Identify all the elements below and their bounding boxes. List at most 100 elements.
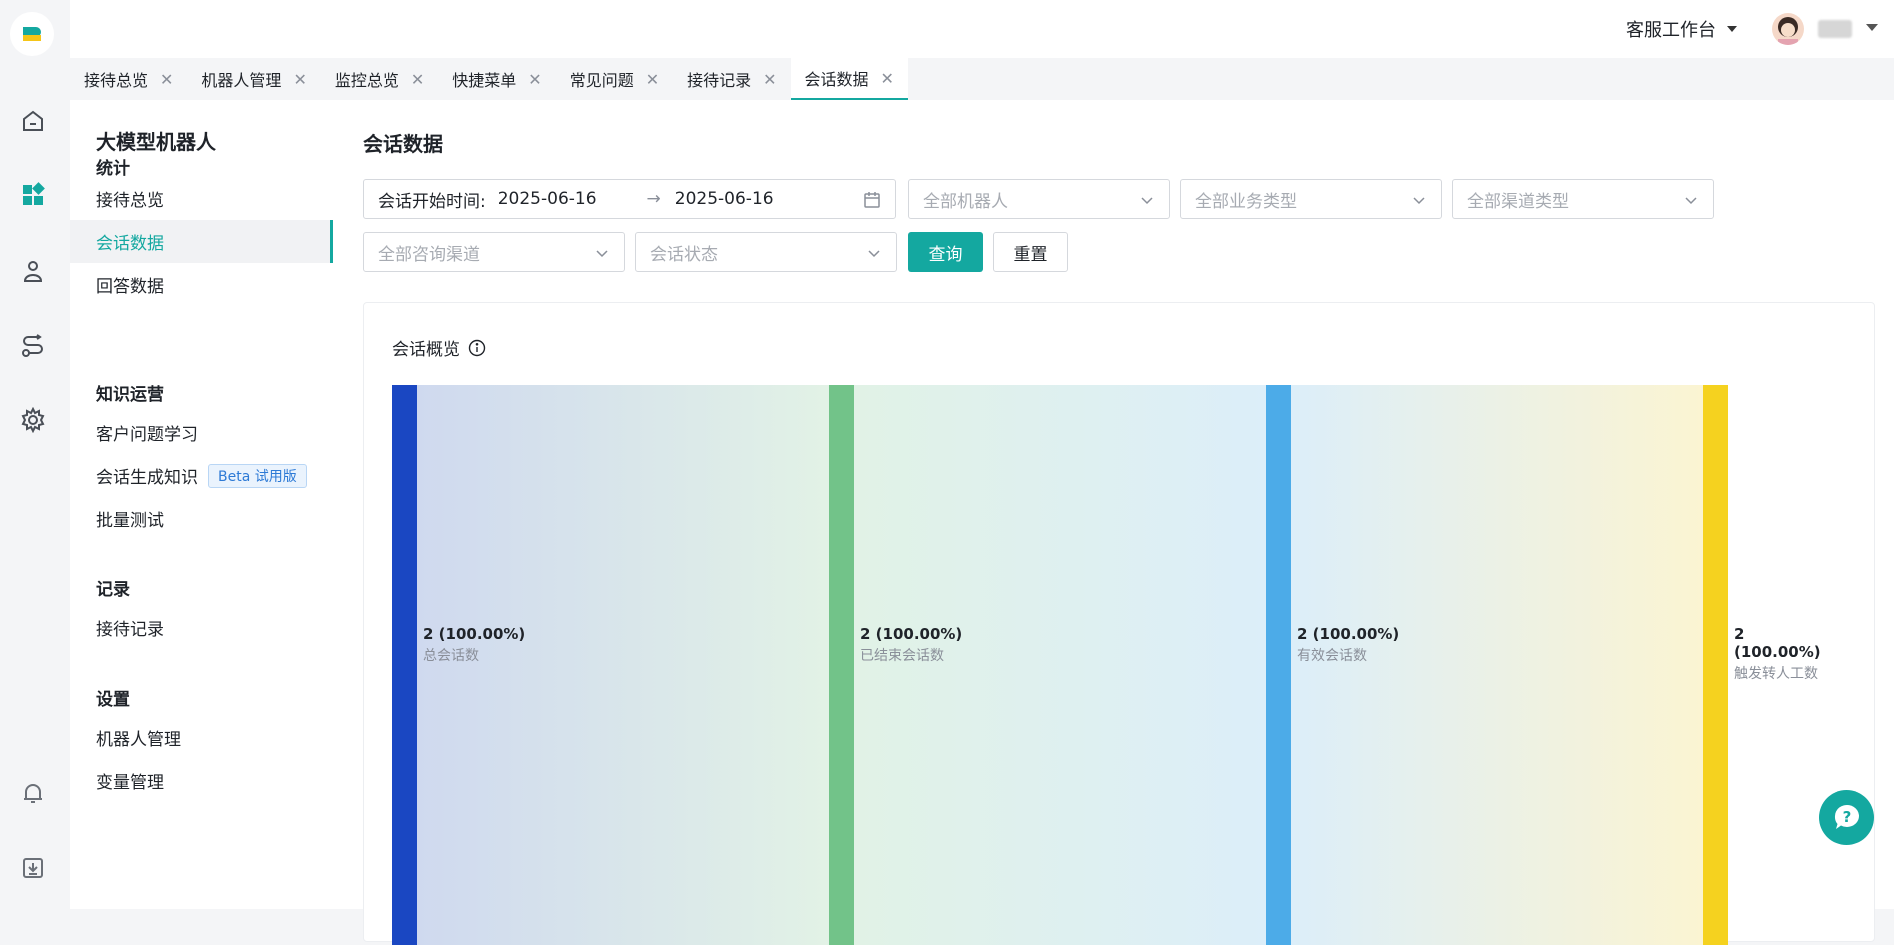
agent-icon[interactable] — [18, 256, 48, 286]
funnel-value: 2 (100.00%) — [860, 625, 963, 643]
help-button[interactable]: ? — [1819, 790, 1874, 845]
user-menu-caret-icon[interactable] — [1866, 24, 1878, 31]
sidebar-item-variable-management[interactable]: 变量管理 — [70, 759, 333, 802]
close-icon[interactable]: ✕ — [646, 70, 659, 89]
sidebar-item-reception-overview[interactable]: 接待总览 — [70, 177, 333, 220]
funnel-name: 总会话数 — [423, 648, 479, 664]
sidebar-item-session-data[interactable]: 会话数据 — [70, 220, 333, 263]
calendar-icon — [864, 192, 880, 208]
home-icon[interactable] — [18, 106, 48, 136]
sidebar-item-label: 批量测试 — [96, 511, 164, 531]
chevron-down-icon — [1413, 197, 1425, 205]
tab-quick-menu[interactable]: 快捷菜单 ✕ — [438, 58, 555, 100]
sidebar-item-label: 会话生成知识 — [96, 468, 198, 488]
funnel-bar-ended — [829, 385, 854, 945]
chevron-down-icon — [596, 250, 608, 258]
sidebar-group-stats: 统计 — [96, 159, 130, 179]
date-range-label: 会话开始时间: — [378, 191, 486, 212]
date-range-picker[interactable]: 会话开始时间: 2025-06-16 → 2025-06-16 — [363, 179, 896, 219]
help-chat-icon: ? — [1834, 804, 1859, 829]
close-icon[interactable]: ✕ — [881, 69, 894, 88]
app-logo[interactable] — [10, 12, 54, 56]
close-icon[interactable]: ✕ — [763, 70, 776, 89]
main-content: 会话数据 会话开始时间: 2025-06-16 → 2025-06-16 全部机… — [333, 100, 1894, 945]
reset-button[interactable]: 重置 — [993, 232, 1068, 272]
session-status-select[interactable]: 会话状态 — [635, 232, 897, 272]
funnel-name: 触发转人工数 — [1734, 666, 1818, 682]
funnel-bar-total — [392, 385, 417, 945]
icon-rail — [0, 0, 70, 909]
secondary-sidebar: 大模型机器人 统计 接待总览 会话数据 回答数据 知识运营 客户问题学习 会话生… — [70, 100, 333, 909]
page-title: 会话数据 — [363, 132, 443, 156]
sidebar-item-reception-records[interactable]: 接待记录 — [70, 606, 333, 649]
sidebar-item-label: 接待记录 — [96, 620, 164, 640]
overview-title-text: 会话概览 — [392, 340, 460, 360]
channel-type-select[interactable]: 全部渠道类型 — [1452, 179, 1714, 219]
sidebar-item-batch-test[interactable]: 批量测试 — [70, 497, 333, 540]
sidebar-item-label: 会话数据 — [96, 234, 164, 254]
beta-badge: Beta 试用版 — [208, 463, 307, 488]
tab-reception-records[interactable]: 接待记录 ✕ — [673, 58, 790, 100]
channel-type-placeholder: 全部渠道类型 — [1467, 191, 1569, 212]
sidebar-item-session-knowledge[interactable]: 会话生成知识 Beta 试用版 — [70, 454, 333, 497]
date-end-value[interactable]: 2025-06-16 — [675, 189, 774, 209]
bell-icon[interactable] — [18, 778, 48, 808]
sidebar-group-settings: 设置 — [96, 690, 130, 710]
funnel-name: 有效会话数 — [1297, 648, 1367, 664]
chevron-down-icon — [1141, 197, 1153, 205]
chevron-down-icon — [868, 250, 880, 258]
session-funnel-chart: 2 (100.00%) 总会话数 2 (100.00%) 已结束会话数 2 (1… — [392, 385, 1821, 945]
route-icon[interactable] — [18, 331, 48, 361]
tab-faq[interactable]: 常见问题 ✕ — [556, 58, 673, 100]
sidebar-item-label: 接待总览 — [96, 191, 164, 211]
date-start-value[interactable]: 2025-06-16 — [498, 189, 597, 209]
sidebar-item-customer-question-learning[interactable]: 客户问题学习 — [70, 411, 333, 454]
consult-channel-placeholder: 全部咨询渠道 — [378, 244, 480, 265]
overview-title: 会话概览 — [392, 335, 486, 360]
funnel-value: 2 (100.00%) — [1297, 625, 1400, 643]
gear-icon[interactable] — [18, 405, 48, 435]
query-button[interactable]: 查询 — [908, 232, 983, 272]
robot-select-placeholder: 全部机器人 — [923, 191, 1008, 212]
business-type-select[interactable]: 全部业务类型 — [1180, 179, 1442, 219]
caret-down-icon — [1727, 26, 1737, 32]
funnel-name: 已结束会话数 — [860, 648, 944, 664]
funnel-label-total: 2 (100.00%) 总会话数 — [423, 625, 525, 665]
tab-monitor-overview[interactable]: 监控总览 ✕ — [321, 58, 438, 100]
tab-session-data[interactable]: 会话数据 ✕ — [790, 58, 908, 100]
download-icon[interactable] — [18, 853, 48, 883]
sidebar-group-records: 记录 — [96, 580, 130, 600]
funnel-label-ended: 2 (100.00%) 已结束会话数 — [860, 625, 962, 665]
dashboard-icon[interactable] — [18, 180, 48, 210]
tab-reception-overview[interactable]: 接待总览 ✕ — [70, 58, 187, 100]
sidebar-group-knowledge: 知识运营 — [96, 385, 164, 405]
session-status-placeholder: 会话状态 — [650, 244, 718, 265]
tab-label: 快捷菜单 — [452, 71, 517, 90]
avatar[interactable] — [1772, 13, 1804, 45]
business-type-placeholder: 全部业务类型 — [1195, 191, 1297, 212]
top-header: 客服工作台 — [70, 0, 1894, 58]
close-icon[interactable]: ✕ — [293, 70, 306, 89]
tab-robot-management[interactable]: 机器人管理 ✕ — [187, 58, 320, 100]
close-icon[interactable]: ✕ — [160, 70, 173, 89]
chevron-down-icon — [1685, 197, 1697, 205]
flow-band-1 — [417, 385, 829, 945]
sidebar-item-robot-management[interactable]: 机器人管理 — [70, 716, 333, 759]
workbench-switcher[interactable]: 客服工作台 — [1626, 16, 1738, 42]
tab-label: 机器人管理 — [201, 71, 282, 90]
close-icon[interactable]: ✕ — [528, 70, 541, 89]
page-tabs: 接待总览 ✕ 机器人管理 ✕ 监控总览 ✕ 快捷菜单 ✕ 常见问题 ✕ 接待记录 ✕ 会话数… — [70, 58, 1894, 100]
sidebar-title: 大模型机器人 — [96, 130, 216, 154]
user-name-blurred[interactable] — [1818, 20, 1852, 38]
sidebar-item-label: 机器人管理 — [96, 730, 181, 750]
tab-label: 接待记录 — [687, 71, 752, 90]
sidebar-item-label: 客户问题学习 — [96, 425, 198, 445]
funnel-value: 2 (100.00%) — [1734, 625, 1821, 661]
sidebar-item-answer-data[interactable]: 回答数据 — [70, 263, 333, 306]
info-icon[interactable] — [468, 339, 486, 357]
robot-select[interactable]: 全部机器人 — [908, 179, 1170, 219]
close-icon[interactable]: ✕ — [411, 70, 424, 89]
flow-band-2 — [854, 385, 1266, 945]
tab-label: 常见问题 — [569, 71, 634, 90]
consult-channel-select[interactable]: 全部咨询渠道 — [363, 232, 625, 272]
